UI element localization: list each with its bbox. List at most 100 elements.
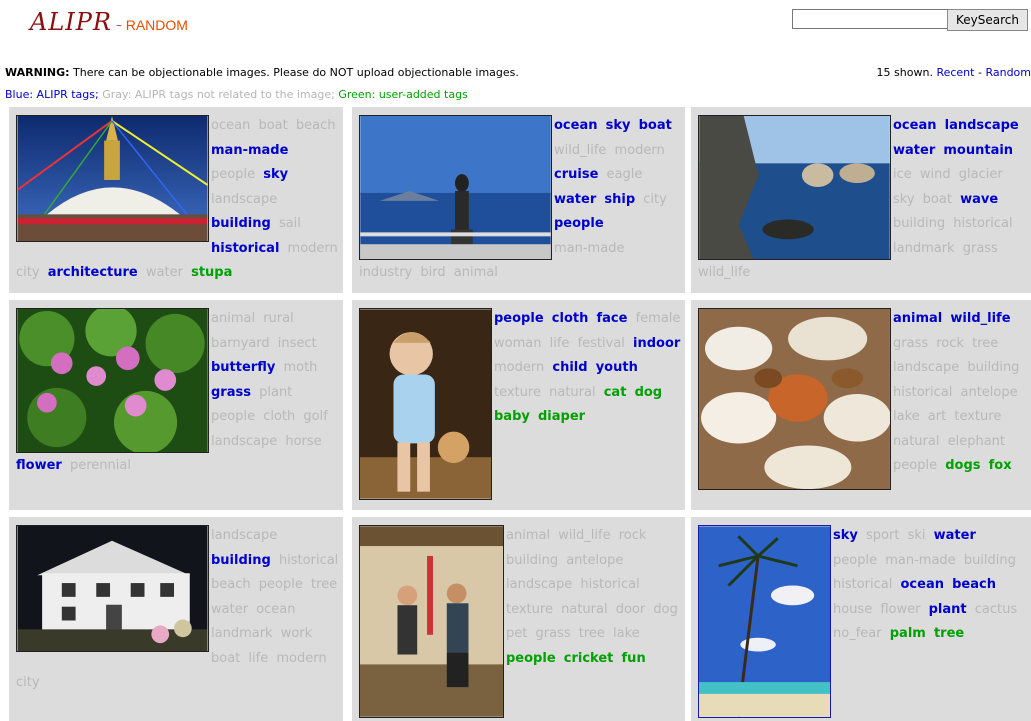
tag-blue[interactable]: child <box>552 360 587 375</box>
tag-gray[interactable]: house <box>833 602 872 617</box>
cricket-players-photo[interactable] <box>359 525 504 718</box>
tag-gray[interactable]: modern <box>276 651 326 666</box>
tag-gray[interactable]: building <box>893 216 945 231</box>
tag-gray[interactable]: dog <box>653 602 677 617</box>
tag-gray[interactable]: tree <box>972 336 998 351</box>
tag-gray[interactable]: insect <box>278 336 317 351</box>
alipr-logo[interactable]: ALIPR ~ RANDOM <box>30 8 188 36</box>
tag-gray[interactable]: art <box>928 409 946 424</box>
tag-gray[interactable]: people <box>211 167 255 182</box>
tag-blue[interactable]: face <box>596 311 627 326</box>
tag-gray[interactable]: grass <box>536 626 571 641</box>
tag-gray[interactable]: work <box>281 626 312 641</box>
tag-gray[interactable]: ice <box>893 167 912 182</box>
tag-gray[interactable]: grass <box>963 241 998 256</box>
tag-gray[interactable]: animal <box>506 528 550 543</box>
tag-blue[interactable]: wild_life <box>950 311 1010 326</box>
tag-gray[interactable]: water <box>211 602 248 617</box>
tag-gray[interactable]: industry <box>359 265 412 280</box>
tag-gray[interactable]: golf <box>303 409 327 424</box>
tag-gray[interactable]: people <box>211 409 255 424</box>
tag-gray[interactable]: city <box>16 265 40 280</box>
tag-gray[interactable]: plant <box>259 385 292 400</box>
tag-gray[interactable]: animal <box>454 265 498 280</box>
tag-blue[interactable]: plant <box>929 602 967 617</box>
tag-gray[interactable]: modern <box>288 241 338 256</box>
tag-gray[interactable]: no_fear <box>833 626 882 641</box>
tag-blue[interactable]: flower <box>16 458 62 473</box>
tag-blue[interactable]: ocean <box>901 577 944 592</box>
tag-gray[interactable]: historical <box>580 577 639 592</box>
tag-gray[interactable]: modern <box>494 360 544 375</box>
house-at-night-photo[interactable] <box>16 525 209 652</box>
tag-blue[interactable]: youth <box>596 360 638 375</box>
tag-gray[interactable]: boat <box>258 118 287 133</box>
tag-blue[interactable]: ocean <box>893 118 936 133</box>
tag-gray[interactable]: wild_life <box>698 265 750 280</box>
tag-gray[interactable]: animal <box>211 311 255 326</box>
tag-gray[interactable]: door <box>616 602 646 617</box>
tag-blue[interactable]: water <box>893 143 935 158</box>
logo-random-label[interactable]: RANDOM <box>126 17 188 33</box>
tag-gray[interactable]: ski <box>908 528 926 543</box>
tag-blue[interactable]: wave <box>960 192 998 207</box>
tag-gray[interactable]: rock <box>936 336 964 351</box>
tag-blue[interactable]: boat <box>639 118 672 133</box>
tag-gray[interactable]: boat <box>923 192 952 207</box>
tag-gray[interactable]: boat <box>211 651 240 666</box>
tag-gray[interactable]: people <box>893 458 937 473</box>
tag-gray[interactable]: tree <box>579 626 605 641</box>
tag-blue[interactable]: historical <box>211 241 279 256</box>
tag-blue[interactable]: mountain <box>943 143 1013 158</box>
tag-gray[interactable]: city <box>16 675 40 690</box>
tag-blue[interactable]: water <box>554 192 596 207</box>
tag-gray[interactable]: antelope <box>566 553 623 568</box>
water-lilies-photo[interactable] <box>16 308 209 453</box>
keysearch-button[interactable]: KeySearch <box>947 9 1028 31</box>
tag-green[interactable]: baby <box>494 409 530 424</box>
tag-gray[interactable]: perennial <box>70 458 131 473</box>
tag-gray[interactable]: flower <box>880 602 920 617</box>
coastal-rocks-photo[interactable] <box>698 115 891 260</box>
tag-blue[interactable]: ocean <box>554 118 597 133</box>
tag-gray[interactable]: natural <box>561 602 607 617</box>
tag-gray[interactable]: ocean <box>211 118 250 133</box>
tag-blue[interactable]: animal <box>893 311 942 326</box>
tag-gray[interactable]: historical <box>953 216 1012 231</box>
tag-green[interactable]: tree <box>934 626 964 641</box>
tag-blue[interactable]: building <box>211 216 271 231</box>
tag-green[interactable]: cricket <box>564 651 614 666</box>
tag-gray[interactable]: natural <box>893 434 939 449</box>
tag-gray[interactable]: historical <box>279 553 338 568</box>
tag-gray[interactable]: landmark <box>893 241 955 256</box>
logo-subtitle[interactable]: ~ RANDOM <box>116 17 188 33</box>
tag-gray[interactable]: water <box>146 265 183 280</box>
tag-gray[interactable]: sail <box>279 216 301 231</box>
logo-title[interactable]: ALIPR <box>30 8 112 36</box>
tag-gray[interactable]: grass <box>893 336 928 351</box>
tag-gray[interactable]: landscape <box>211 192 277 207</box>
tag-gray[interactable]: texture <box>954 409 1001 424</box>
woman-on-boat-photo[interactable] <box>359 115 552 260</box>
tag-blue[interactable]: sky <box>263 167 288 182</box>
tag-gray[interactable]: cloth <box>263 409 295 424</box>
tag-gray[interactable]: moth <box>283 360 317 375</box>
tag-gray[interactable]: people <box>833 553 877 568</box>
tag-gray[interactable]: antelope <box>961 385 1018 400</box>
tag-blue[interactable]: cloth <box>552 311 589 326</box>
tag-blue[interactable]: people <box>554 216 604 231</box>
tag-gray[interactable]: people <box>259 577 303 592</box>
tag-gray[interactable]: life <box>248 651 268 666</box>
tag-blue[interactable]: cruise <box>554 167 598 182</box>
tag-gray[interactable]: texture <box>494 385 541 400</box>
tag-blue[interactable]: man-made <box>211 143 288 158</box>
tag-gray[interactable]: barnyard <box>211 336 270 351</box>
tag-green[interactable]: stupa <box>191 265 232 280</box>
palm-tree-photo[interactable] <box>698 525 831 718</box>
tag-gray[interactable]: elephant <box>948 434 1005 449</box>
tag-gray[interactable]: ocean <box>256 602 295 617</box>
tag-blue[interactable]: building <box>211 553 271 568</box>
tag-green[interactable]: fun <box>622 651 646 666</box>
tag-gray[interactable]: glacier <box>959 167 1003 182</box>
tag-gray[interactable]: cactus <box>975 602 1017 617</box>
